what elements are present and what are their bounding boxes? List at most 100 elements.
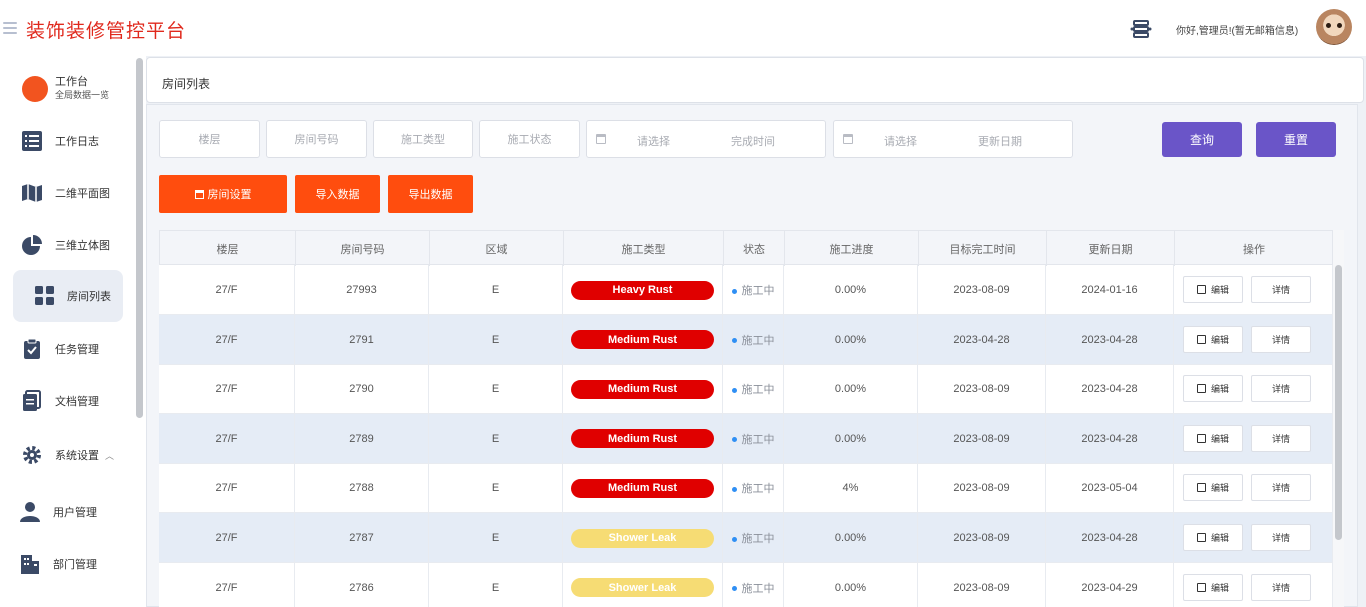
target-date-cell: 2023-08-09	[918, 265, 1046, 315]
top-bar: 装饰装修管控平台 你好,管理员!(暂无邮箱信息)	[0, 0, 1366, 56]
export-data-button[interactable]: 导出数据	[388, 175, 473, 213]
edit-button[interactable]: 编辑	[1183, 573, 1243, 601]
room-settings-button[interactable]: 房间设置	[159, 175, 287, 213]
table-row[interactable]: 27/F 2789 E Medium Rust 施工中 0.00% 2023-08-09 20…	[159, 413, 1333, 464]
reset-button[interactable]: 重置	[1256, 122, 1336, 157]
detail-button[interactable]: 详情	[1251, 524, 1311, 551]
detail-button[interactable]: 详情	[1251, 375, 1311, 403]
sidebar-item-work-log[interactable]: 工作日志	[13, 115, 123, 167]
app-title: 装饰装修管控平台	[26, 21, 187, 42]
complete-time-range[interactable]: 请选择 完成时间	[586, 120, 826, 158]
area-cell: E	[429, 562, 563, 607]
status-cell: 施工中	[723, 364, 784, 415]
table-row[interactable]: 27/F 2791 E Medium Rust 施工中 0.00% 2023-04-28 20…	[159, 314, 1333, 365]
column-header: 施工进度	[785, 231, 919, 266]
sidebar-item-users[interactable]: 用户管理	[13, 486, 123, 538]
detail-button[interactable]: 详情	[1251, 474, 1311, 502]
edit-button[interactable]: 编辑	[1183, 474, 1243, 502]
chevron-up-icon: ︿	[105, 451, 115, 461]
user-greeting[interactable]: 你好,管理员!(暂无邮箱信息)	[1176, 22, 1298, 37]
column-header: 房间号码	[296, 231, 430, 266]
update-date-cell: 2023-05-04	[1046, 463, 1174, 514]
construction-type-tag: Medium Rust	[571, 429, 714, 449]
sidebar-item-documents[interactable]: 文档管理	[13, 375, 123, 427]
room-number-cell: 2789	[295, 413, 429, 464]
construction-type-cell: Shower Leak	[563, 562, 723, 607]
detail-button[interactable]: 详情	[1251, 276, 1311, 303]
status-badge: 施工中	[732, 332, 775, 348]
query-button[interactable]: 查询	[1162, 122, 1242, 157]
workspace-icon	[22, 76, 48, 102]
room-number-cell: 2786	[295, 562, 429, 607]
grid-icon	[35, 286, 54, 305]
table-row[interactable]: 27/F 2788 E Medium Rust 施工中 4% 2023-08-09 2023-…	[159, 463, 1333, 514]
server-icon[interactable]	[1130, 18, 1152, 40]
floor-cell: 27/F	[159, 314, 295, 365]
complete-time-end: 完成时间	[731, 136, 775, 148]
room-number-filter[interactable]: 房间号码	[266, 120, 367, 158]
table-row[interactable]: 27/F 2786 E Shower Leak 施工中 0.00% 2023-08-09 20…	[159, 562, 1333, 607]
sidebar-item-system-settings[interactable]: 系统设置 ︿	[13, 429, 123, 481]
detail-button[interactable]: 详情	[1251, 325, 1311, 353]
sidebar-item-room-list[interactable]: 房间列表	[13, 270, 123, 322]
edit-button[interactable]: 编辑	[1183, 276, 1243, 303]
progress-cell: 4%	[784, 463, 918, 514]
edit-label: 编辑	[1210, 285, 1229, 295]
sidebar-item-tasks[interactable]: 任务管理	[13, 323, 123, 375]
operations-cell: 编辑 详情	[1174, 463, 1333, 514]
edit-icon	[1196, 582, 1206, 592]
area-cell: E	[429, 413, 563, 464]
edit-button[interactable]: 编辑	[1183, 325, 1243, 353]
sidebar-item-label: 用户管理	[53, 507, 97, 519]
edit-button[interactable]: 编辑	[1183, 424, 1243, 452]
operations-cell: 编辑 详情	[1174, 265, 1333, 315]
sidebar-item-label: 任务管理	[55, 344, 99, 356]
operations-cell: 编辑 详情	[1174, 513, 1333, 563]
construction-type-cell: Medium Rust	[563, 413, 723, 464]
table-row[interactable]: 27/F 2790 E Medium Rust 施工中 0.00% 2023-08-09 20…	[159, 364, 1333, 415]
update-date-range[interactable]: 请选择 更新日期	[833, 120, 1073, 158]
status-badge: 施工中	[732, 480, 775, 496]
column-header: 操作	[1175, 231, 1334, 266]
target-date-cell: 2023-08-09	[918, 562, 1046, 607]
sidebar-scrollbar[interactable]	[136, 58, 143, 418]
edit-icon	[1196, 533, 1206, 542]
sidebar-item-workspace[interactable]: 工作台 全局数据一览	[13, 63, 123, 115]
construction-type-tag: Medium Rust	[571, 379, 714, 399]
sidebar-item-label: 工作日志	[55, 136, 99, 148]
app-root: 装饰装修管控平台 你好,管理员!(暂无邮箱信息) 工作台 全局数据一览 工作日志 …	[0, 0, 1366, 607]
detail-button[interactable]: 详情	[1251, 424, 1311, 452]
edit-icon	[1196, 285, 1206, 294]
avatar[interactable]	[1316, 9, 1352, 45]
building-icon	[21, 555, 39, 574]
edit-label: 编辑	[1210, 483, 1229, 494]
clipboard-icon	[24, 338, 40, 359]
menu-toggle-icon[interactable]	[3, 22, 17, 34]
sidebar-item-3d-view[interactable]: 三维立体图	[13, 219, 123, 271]
import-data-button[interactable]: 导入数据	[295, 175, 380, 213]
target-date-cell: 2023-08-09	[918, 463, 1046, 514]
construction-type-cell: Medium Rust	[563, 364, 723, 415]
area-cell: E	[429, 513, 563, 563]
construction-type-tag: Medium Rust	[571, 478, 714, 498]
room-number-cell: 2791	[295, 314, 429, 365]
construction-type-filter[interactable]: 施工类型	[373, 120, 473, 158]
progress-cell: 0.00%	[784, 364, 918, 415]
sidebar-item-2d-plan[interactable]: 二维平面图	[13, 167, 123, 219]
detail-button[interactable]: 详情	[1251, 573, 1311, 601]
column-header: 施工类型	[564, 231, 724, 266]
table-row[interactable]: 27/F 2787 E Shower Leak 施工中 0.00% 2023-08-09 20…	[159, 513, 1333, 563]
floor-filter[interactable]: 楼层	[159, 120, 260, 158]
sidebar-item-label: 工作台	[55, 76, 88, 88]
construction-status-filter[interactable]: 施工状态	[479, 120, 580, 158]
edit-button[interactable]: 编辑	[1183, 375, 1243, 403]
area-cell: E	[429, 265, 563, 315]
table-row[interactable]: 27/F 27993 E Heavy Rust 施工中 0.00% 2023-08-09 20…	[159, 265, 1333, 315]
room-table: 楼层 房间号码 区域 施工类型 状态 施工进度 目标完工时间 更新日期 操作 27/F 27993…	[159, 230, 1334, 607]
status-cell: 施工中	[723, 314, 784, 365]
table-scrollbar[interactable]	[1335, 265, 1342, 540]
progress-cell: 0.00%	[784, 265, 918, 315]
edit-button[interactable]: 编辑	[1183, 524, 1243, 551]
construction-type-cell: Heavy Rust	[563, 265, 723, 315]
sidebar-item-departments[interactable]: 部门管理	[13, 538, 123, 590]
